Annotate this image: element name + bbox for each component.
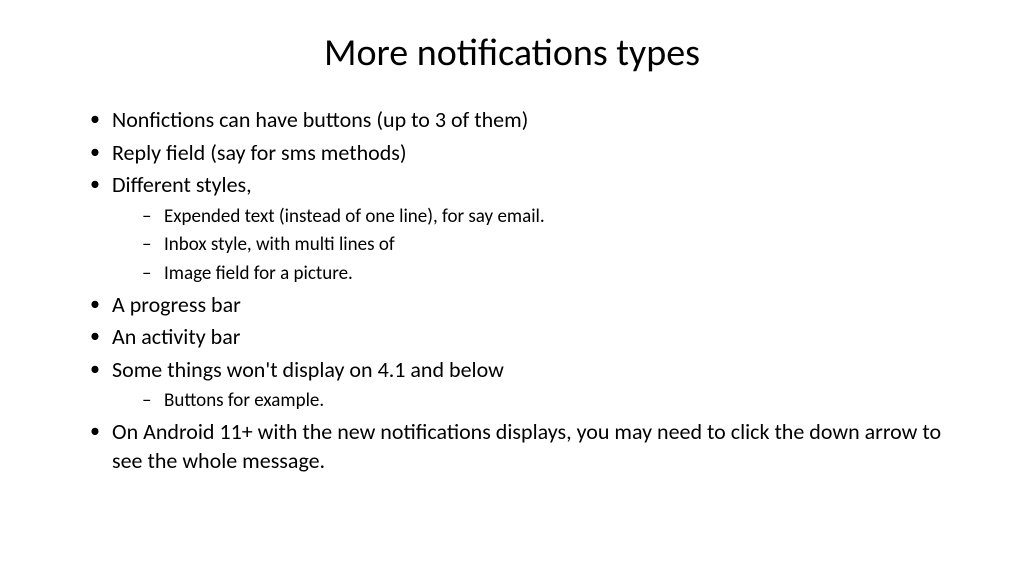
list-item: A progress bar bbox=[90, 291, 964, 320]
list-item: Some things won't display on 4.1 and bel… bbox=[90, 356, 964, 414]
sub-list: Buttons for example. bbox=[112, 388, 964, 414]
slide-title: More notifications types bbox=[60, 30, 964, 76]
list-item: On Android 11+ with the new notification… bbox=[90, 418, 964, 475]
sub-list-item: Image field for a picture. bbox=[142, 261, 964, 287]
sub-list-item: Inbox style, with multi lines of bbox=[142, 232, 964, 258]
list-item: Reply field (say for sms methods) bbox=[90, 139, 964, 168]
list-item-text: On Android 11+ with the new notification… bbox=[112, 418, 941, 474]
sub-list-item: Buttons for example. bbox=[142, 388, 964, 414]
list-item-text: Reply field (say for sms methods) bbox=[112, 139, 407, 166]
list-item: Nonfictions can have buttons (up to 3 of… bbox=[90, 106, 964, 135]
list-item: An activity bar bbox=[90, 323, 964, 352]
list-item-text: Nonfictions can have buttons (up to 3 of… bbox=[112, 106, 528, 133]
list-item-text: A progress bar bbox=[112, 291, 241, 318]
sub-list-item: Expended text (instead of one line), for… bbox=[142, 204, 964, 230]
bullet-list: Nonfictions can have buttons (up to 3 of… bbox=[60, 106, 964, 475]
list-item-text: An activity bar bbox=[112, 323, 240, 350]
list-item-text: Some things won't display on 4.1 and bel… bbox=[112, 356, 504, 383]
list-item-text: Different styles, bbox=[112, 171, 252, 198]
sub-list: Expended text (instead of one line), for… bbox=[112, 204, 964, 287]
list-item: Different styles, Expended text (instead… bbox=[90, 171, 964, 287]
